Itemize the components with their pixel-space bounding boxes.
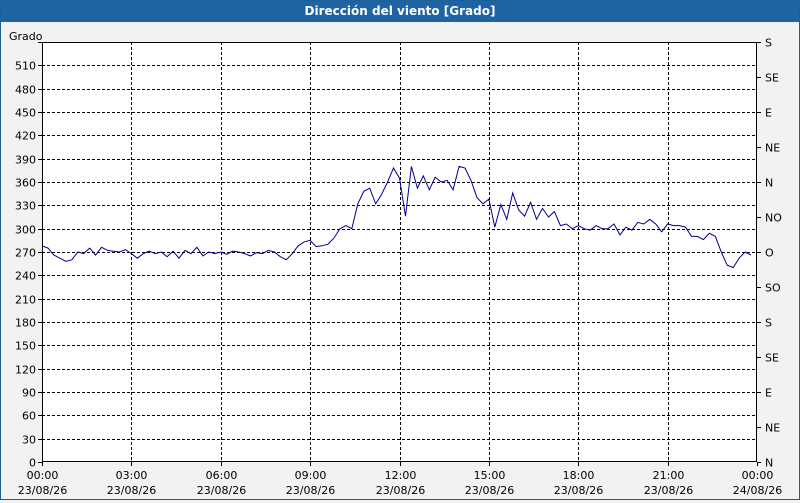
y2-tick-label: SO <box>765 282 781 295</box>
y-tick-label: 450 <box>15 107 36 120</box>
x-tick-date-label: 23/08/26 <box>465 484 514 497</box>
x-tick-date-label: 23/08/26 <box>554 484 603 497</box>
x-tick-date-label: 23/08/26 <box>644 484 693 497</box>
y-tick-label: 120 <box>15 364 36 377</box>
x-tick-date-label: 23/08/26 <box>18 484 67 497</box>
x-tick-time-label: 00:00 <box>27 469 59 482</box>
x-tick-time-label: 18:00 <box>563 469 595 482</box>
y2-tick-label: E <box>765 107 772 120</box>
y-tick-label: 510 <box>15 60 36 73</box>
y-tick-label: 90 <box>22 387 36 400</box>
x-tick-date-label: 23/08/26 <box>197 484 246 497</box>
y2-tick-label: O <box>765 247 774 260</box>
y2-tick-label: NE <box>765 422 780 435</box>
x-tick-time-label: 06:00 <box>206 469 238 482</box>
y2-tick-label: E <box>765 387 772 400</box>
y-tick-label: 360 <box>15 177 36 190</box>
wind-direction-chart: 0 30 60 90 120 150 180 210 240 270 300 330 360 390 420… <box>1 22 799 499</box>
y2-tick-label: NE <box>765 142 780 155</box>
chart-area: 0 30 60 90 120 150 180 210 240 270 300 330 360 390 420… <box>1 22 799 499</box>
y-tick-label: 420 <box>15 130 36 143</box>
x-tick-time-label: 21:00 <box>653 469 685 482</box>
y2-tick-label: S <box>765 37 772 50</box>
y-tick-label: 30 <box>22 434 36 447</box>
x-tick-time-label: 12:00 <box>385 469 417 482</box>
y-tick-label: 210 <box>15 294 36 307</box>
y-tick-label: 60 <box>22 410 36 423</box>
chart-window: Dirección del viento [Grado] 0 30 60 90 120 1… <box>0 0 800 500</box>
y-tick-label: 180 <box>15 317 36 330</box>
y2-tick-label: SE <box>765 352 779 365</box>
y2-tick-label: S <box>765 317 772 330</box>
y-tick-label: 390 <box>15 154 36 167</box>
chart-title: Dirección del viento [Grado] <box>1 1 799 22</box>
x-tick-date-label: 23/08/26 <box>376 484 425 497</box>
x-tick-date-label: 23/08/26 <box>107 484 156 497</box>
x-tick-time-label: 15:00 <box>474 469 506 482</box>
y-tick-label: 300 <box>15 224 36 237</box>
x-tick-time-label: 03:00 <box>116 469 148 482</box>
x-tick-date-label: 23/08/26 <box>286 484 335 497</box>
x-tick-time-label: 00:00 <box>742 469 774 482</box>
y-tick-label: 330 <box>15 200 36 213</box>
y-tick-label: 0 <box>29 457 36 470</box>
y-tick-label: 270 <box>15 247 36 260</box>
y2-tick-label: NO <box>765 212 782 225</box>
y2-tick-label: SE <box>765 72 779 85</box>
y-axis-label: Grado <box>9 30 43 43</box>
y-tick-label: 150 <box>15 340 36 353</box>
y-tick-label: 240 <box>15 270 36 283</box>
y2-tick-label: N <box>765 457 773 470</box>
x-tick-time-label: 09:00 <box>295 469 327 482</box>
y-tick-label: 480 <box>15 84 36 97</box>
y2-tick-label: N <box>765 177 773 190</box>
x-tick-date-label: 24/08/26 <box>733 484 782 497</box>
